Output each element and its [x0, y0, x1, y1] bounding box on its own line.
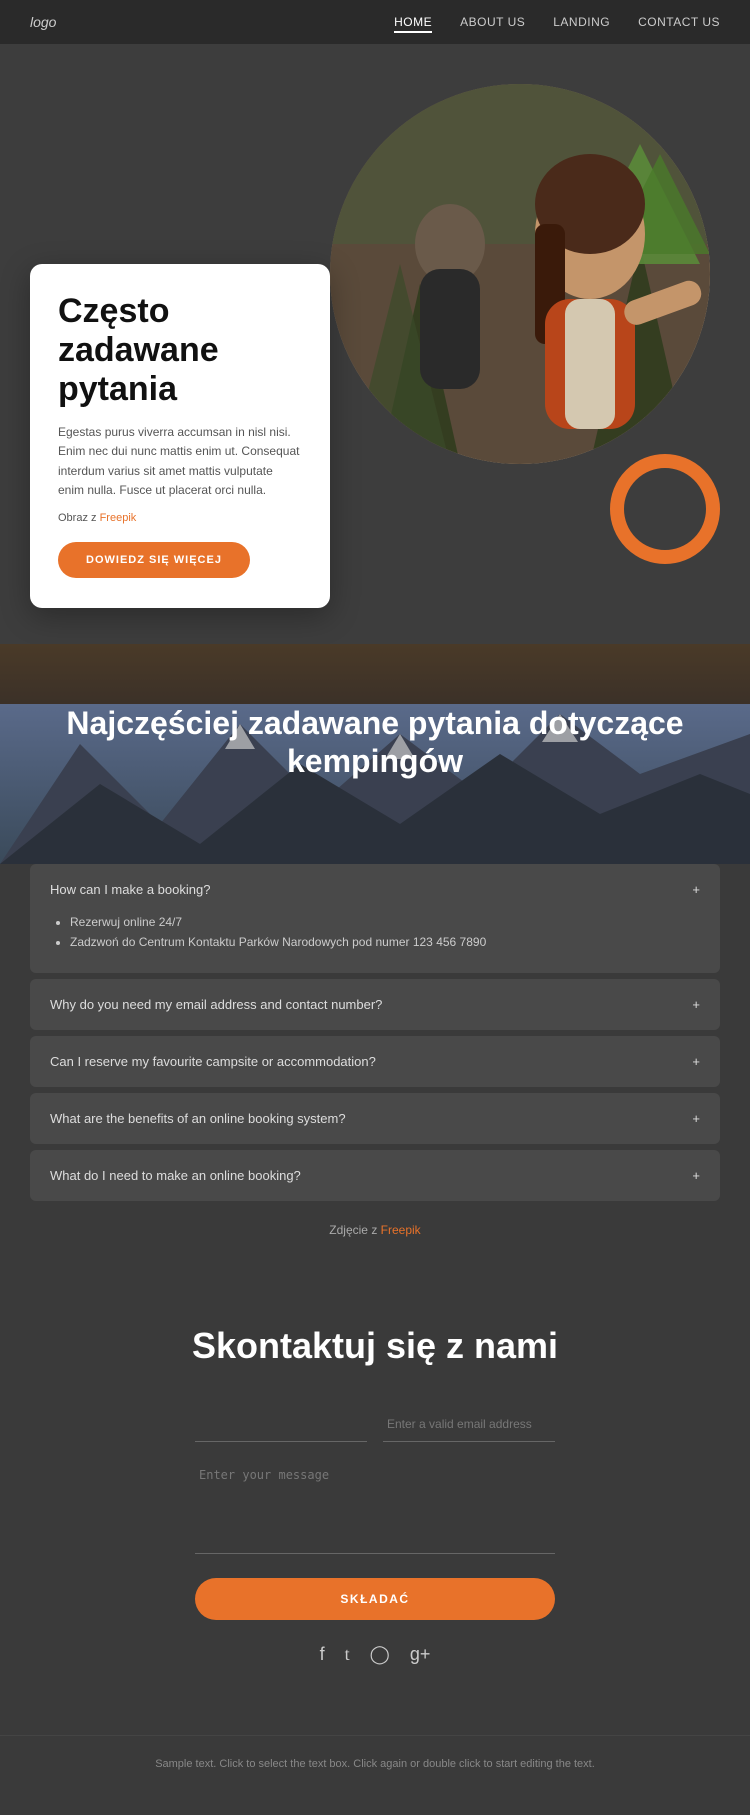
- faq-question-5: What do I need to make an online booking…: [50, 1168, 301, 1183]
- faq-header-5[interactable]: What do I need to make an online booking…: [30, 1150, 720, 1201]
- footer-note-text: Sample text. Click to select the text bo…: [60, 1756, 690, 1773]
- faq-item-3: Can I reserve my favourite campsite or a…: [30, 1036, 720, 1087]
- footer: Sample text. Click to select the text bo…: [0, 1735, 750, 1803]
- contact-form: SKŁADAĆ: [195, 1407, 555, 1620]
- navbar: logo HOME ABOUT US LANDING CONTACT US: [0, 0, 750, 44]
- orange-decorative-circle: [610, 454, 720, 564]
- faq-question-4: What are the benefits of an online booki…: [50, 1111, 346, 1126]
- faq-question-3: Can I reserve my favourite campsite or a…: [50, 1054, 376, 1069]
- faq-item-4: What are the benefits of an online booki…: [30, 1093, 720, 1144]
- faq-toggle-3[interactable]: +: [692, 1054, 700, 1069]
- faq-item-2: Why do you need my email address and con…: [30, 979, 720, 1030]
- hero-card: Często zadawane pytania Egestas purus vi…: [30, 264, 330, 608]
- hero-body-text: Egestas purus viverra accumsan in nisl n…: [58, 423, 302, 500]
- faq-source: Zdjęcie z Freepik: [30, 1207, 720, 1245]
- nav-item-home[interactable]: HOME: [394, 13, 432, 31]
- faq-header-4[interactable]: What are the benefits of an online booki…: [30, 1093, 720, 1144]
- hero-title: Często zadawane pytania: [58, 292, 302, 409]
- faq-mountain-section: Najczęściej zadawane pytania dotyczące k…: [0, 644, 750, 864]
- faq-answer-list-1: Rezerwuj online 24/7 Zadzwoń do Centrum …: [50, 915, 700, 949]
- instagram-icon[interactable]: ◯: [370, 1644, 390, 1665]
- faq-header-2[interactable]: Why do you need my email address and con…: [30, 979, 720, 1030]
- freepik-link[interactable]: Freepik: [100, 512, 137, 524]
- name-input[interactable]: [195, 1407, 367, 1442]
- faq-toggle-1[interactable]: +: [692, 882, 700, 897]
- faq-toggle-4[interactable]: +: [692, 1111, 700, 1126]
- faq-accordion-section: How can I make a booking? + Rezerwuj onl…: [0, 864, 750, 1275]
- faq-body-1: Rezerwuj online 24/7 Zadzwoń do Centrum …: [30, 915, 720, 973]
- twitter-icon[interactable]: t: [345, 1644, 350, 1665]
- nav-link-about[interactable]: ABOUT US: [460, 15, 525, 29]
- nav-logo: logo: [30, 14, 56, 30]
- faq-mountain-heading: Najczęściej zadawane pytania dotyczące k…: [30, 704, 720, 781]
- faq-question-2: Why do you need my email address and con…: [50, 997, 382, 1012]
- learn-more-button[interactable]: DOWIEDZ SIĘ WIĘCEJ: [58, 542, 250, 578]
- contact-heading: Skontaktuj się z nami: [30, 1325, 720, 1367]
- email-input[interactable]: [383, 1407, 555, 1442]
- nav-item-about[interactable]: ABOUT US: [460, 13, 525, 31]
- submit-button[interactable]: SKŁADAĆ: [195, 1578, 555, 1620]
- faq-item-1: How can I make a booking? + Rezerwuj onl…: [30, 864, 720, 973]
- faq-header-3[interactable]: Can I reserve my favourite campsite or a…: [30, 1036, 720, 1087]
- faq-question-1: How can I make a booking?: [50, 882, 210, 897]
- hero-people-illustration: [330, 84, 710, 464]
- faq-toggle-5[interactable]: +: [692, 1168, 700, 1183]
- form-name-email-row: [195, 1407, 555, 1442]
- hero-image-circle: [330, 84, 710, 464]
- contact-section: Skontaktuj się z nami SKŁADAĆ f t ◯ g+: [0, 1275, 750, 1735]
- facebook-icon[interactable]: f: [320, 1644, 325, 1665]
- nav-link-home[interactable]: HOME: [394, 15, 432, 33]
- nav-links: HOME ABOUT US LANDING CONTACT US: [394, 13, 720, 31]
- faq-source-link[interactable]: Freepik: [381, 1223, 421, 1237]
- social-bar: f t ◯ g+: [30, 1620, 720, 1695]
- hero-section: Często zadawane pytania Egestas purus vi…: [0, 44, 750, 644]
- hero-source-link: Obraz z Freepik: [58, 512, 302, 524]
- googleplus-icon[interactable]: g+: [410, 1644, 431, 1665]
- nav-item-landing[interactable]: LANDING: [553, 13, 610, 31]
- faq-item-5: What do I need to make an online booking…: [30, 1150, 720, 1201]
- faq-header-1[interactable]: How can I make a booking? +: [30, 864, 720, 915]
- message-textarea[interactable]: [195, 1454, 555, 1554]
- nav-item-contact[interactable]: CONTACT US: [638, 13, 720, 31]
- nav-link-landing[interactable]: LANDING: [553, 15, 610, 29]
- faq-answer-bullet-1-2: Zadzwoń do Centrum Kontaktu Parków Narod…: [70, 935, 700, 949]
- nav-link-contact[interactable]: CONTACT US: [638, 15, 720, 29]
- hero-image-inner: [330, 84, 710, 464]
- faq-answer-bullet-1-1: Rezerwuj online 24/7: [70, 915, 700, 929]
- faq-toggle-2[interactable]: +: [692, 997, 700, 1012]
